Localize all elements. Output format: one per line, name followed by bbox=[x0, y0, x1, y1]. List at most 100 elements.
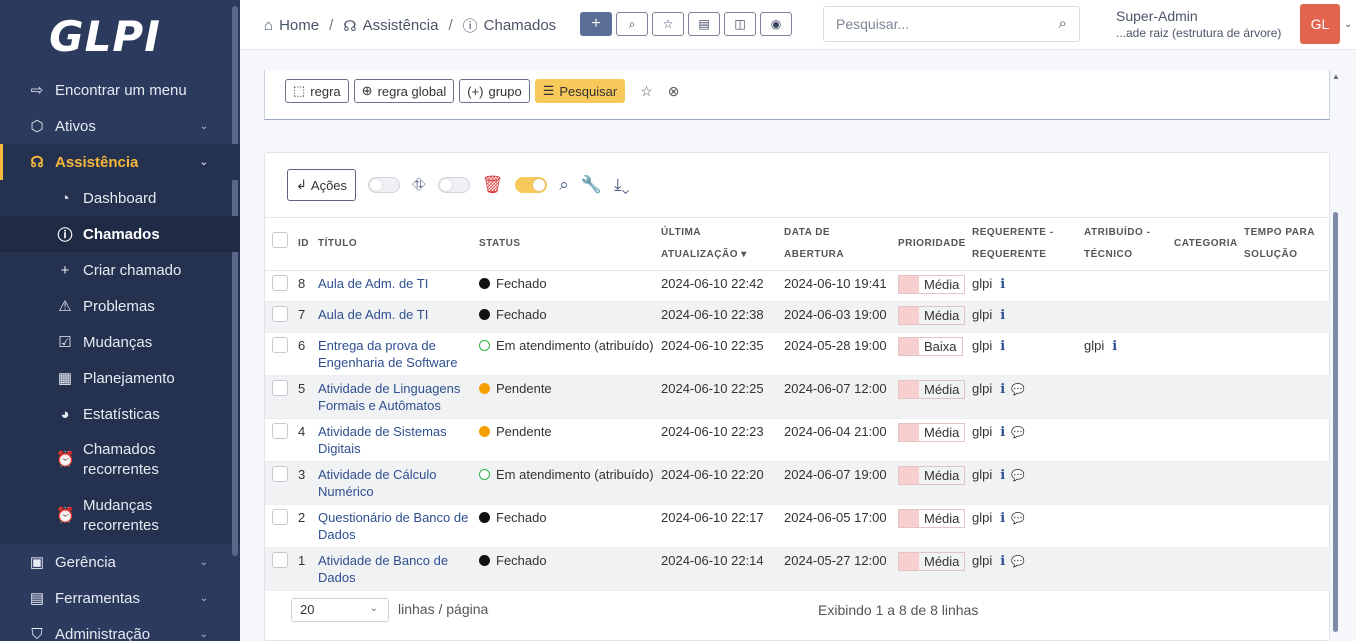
star-icon[interactable]: ☆ bbox=[640, 83, 653, 100]
followups-icon[interactable]: 💬 bbox=[1011, 470, 1025, 482]
user-menu[interactable]: Super-Admin ...ade raiz (estrutura de ár… bbox=[1116, 8, 1281, 40]
breadcrumb-assistencia[interactable]: Assistência bbox=[363, 17, 439, 34]
sidebar-item-find-menu[interactable]: ⇨ Encontrar um menu bbox=[0, 72, 240, 108]
info-icon[interactable]: i bbox=[1000, 339, 1005, 354]
scroll-up-arrow[interactable]: ▲ bbox=[1332, 72, 1340, 81]
info-icon[interactable]: i bbox=[1000, 277, 1005, 292]
sidebar-item-administracao[interactable]: ⛉ Administração ⌄ bbox=[0, 616, 240, 641]
info-icon[interactable]: i bbox=[1000, 468, 1005, 483]
saved-searches-button[interactable]: ☆ bbox=[652, 12, 684, 36]
actions-button[interactable]: ↲ Ações bbox=[287, 169, 357, 201]
chevron-down-icon[interactable]: ⌄ bbox=[1344, 19, 1352, 30]
table-row[interactable]: 7 Aula de Adm. de TI Fechado 2024-06-10 22:… bbox=[265, 301, 1331, 333]
col-category[interactable]: Categoria bbox=[1171, 217, 1241, 271]
search-toggle[interactable] bbox=[515, 177, 548, 193]
table-row[interactable]: 2 Questionário de Banco de Dados Fechado 20… bbox=[265, 504, 1331, 548]
sidebar-item-problemas[interactable]: ⚠ Problemas bbox=[0, 288, 240, 324]
sidebar-item-estatisticas[interactable]: ◕ Estatísticas bbox=[0, 396, 240, 432]
followups-icon[interactable]: 💬 bbox=[1011, 556, 1025, 568]
cell-requester[interactable]: glpi bbox=[972, 381, 992, 396]
search-button[interactable]: ⌕ bbox=[616, 12, 648, 36]
search-icon[interactable]: ⌕ bbox=[1059, 15, 1067, 32]
row-checkbox[interactable] bbox=[272, 552, 288, 568]
info-icon[interactable]: i bbox=[1000, 425, 1005, 440]
followups-icon[interactable]: 💬 bbox=[1011, 513, 1025, 525]
main-scrollbar[interactable] bbox=[1333, 212, 1338, 632]
search-input[interactable] bbox=[824, 7, 1034, 41]
breadcrumb-chamados[interactable]: Chamados bbox=[484, 17, 557, 34]
table-row[interactable]: 1 Atividade de Banco de Dados Fechado 2024-… bbox=[265, 547, 1331, 591]
sidebar-item-ferramentas[interactable]: ▤ Ferramentas ⌄ bbox=[0, 580, 240, 616]
add-global-rule-button[interactable]: ⊕ regra global bbox=[353, 79, 455, 103]
info-icon[interactable]: i bbox=[1112, 339, 1117, 354]
ticket-title-link[interactable]: Aula de Adm. de TI bbox=[318, 307, 428, 322]
sidebar-item-mudancas[interactable]: ☑ Mudanças bbox=[0, 324, 240, 360]
col-id[interactable]: ID bbox=[295, 217, 315, 271]
search-submit-button[interactable]: ☰ Pesquisar bbox=[534, 79, 626, 103]
info-icon[interactable]: i bbox=[1000, 511, 1005, 526]
trash-toggle[interactable] bbox=[437, 177, 470, 193]
row-checkbox[interactable] bbox=[272, 275, 288, 291]
add-button[interactable]: + bbox=[580, 12, 612, 36]
row-checkbox[interactable] bbox=[272, 509, 288, 525]
col-solve-time[interactable]: Tempo para solução bbox=[1241, 217, 1331, 271]
table-row[interactable]: 3 Atividade de Cálculo Numérico Em atendim… bbox=[265, 461, 1331, 505]
ticket-title-link[interactable]: Atividade de Sistemas Digitais bbox=[318, 424, 447, 456]
row-checkbox[interactable] bbox=[272, 337, 288, 353]
map-toggle[interactable] bbox=[368, 177, 401, 193]
ticket-title-link[interactable]: Questionário de Banco de Dados bbox=[318, 510, 468, 542]
per-page-select[interactable]: 20 ⌄ bbox=[291, 598, 389, 622]
row-checkbox[interactable] bbox=[272, 423, 288, 439]
row-checkbox[interactable] bbox=[272, 466, 288, 482]
col-opened[interactable]: Data de abertura bbox=[781, 217, 895, 271]
col-status[interactable]: Status bbox=[476, 217, 658, 271]
wrench-icon[interactable]: 🔧 bbox=[581, 175, 602, 195]
sidebar-item-criar-chamado[interactable]: + Criar chamado bbox=[0, 252, 240, 288]
cell-requester[interactable]: glpi bbox=[972, 510, 992, 525]
table-row[interactable]: 8 Aula de Adm. de TI Fechado 2024-06-10 22:… bbox=[265, 270, 1331, 302]
add-group-button[interactable]: (+) grupo bbox=[459, 79, 530, 103]
info-icon[interactable]: i bbox=[1000, 308, 1005, 323]
ticket-title-link[interactable]: Aula de Adm. de TI bbox=[318, 276, 428, 291]
sidebar-item-chamados-recorrentes[interactable]: ⏰ Chamados recorrentes bbox=[0, 432, 240, 488]
sidebar-item-mudancas-recorrentes[interactable]: ⏰ Mudanças recorrentes bbox=[0, 488, 240, 544]
col-priority[interactable]: Prioridade bbox=[895, 217, 969, 271]
sidebar-item-chamados[interactable]: ⓘ Chamados bbox=[0, 216, 240, 252]
cell-requester[interactable]: glpi bbox=[972, 424, 992, 439]
info-icon[interactable]: i bbox=[1000, 382, 1005, 397]
templates-button[interactable]: ▤ bbox=[688, 12, 720, 36]
cell-requester[interactable]: glpi bbox=[972, 276, 992, 291]
info-icon[interactable]: i bbox=[1000, 554, 1005, 569]
table-row[interactable]: 6 Entrega da prova de Engenharia de Softw… bbox=[265, 332, 1331, 376]
add-rule-button[interactable]: ⬚ regra bbox=[285, 79, 349, 103]
cell-requester[interactable]: glpi bbox=[972, 553, 992, 568]
col-updated[interactable]: Última atualização ▾ bbox=[658, 217, 781, 271]
sidebar-item-gerencia[interactable]: ▣ Gerência ⌄ bbox=[0, 544, 240, 580]
row-checkbox[interactable] bbox=[272, 380, 288, 396]
view-button[interactable]: ◉ bbox=[760, 12, 792, 36]
col-assigned[interactable]: Atribuído - Técnico bbox=[1081, 217, 1171, 271]
export-icon[interactable]: ⤓⌄ bbox=[614, 175, 630, 195]
glpi-logo[interactable]: GLPI bbox=[0, 0, 240, 72]
cell-assigned[interactable]: glpi bbox=[1084, 338, 1104, 353]
split-view-button[interactable]: ◫ bbox=[724, 12, 756, 36]
cell-requester[interactable]: glpi bbox=[972, 338, 992, 353]
table-row[interactable]: 5 Atividade de Linguagens Formais e Autôm… bbox=[265, 375, 1331, 419]
ticket-title-link[interactable]: Atividade de Linguagens Formais e Autôma… bbox=[318, 381, 460, 413]
followups-icon[interactable]: 💬 bbox=[1011, 384, 1025, 396]
col-requester[interactable]: Requerente - Requerente bbox=[969, 217, 1081, 271]
breadcrumb-home[interactable]: Home bbox=[279, 17, 319, 34]
ticket-title-link[interactable]: Atividade de Banco de Dados bbox=[318, 553, 448, 585]
select-all-checkbox[interactable] bbox=[272, 231, 288, 248]
sidebar-item-assistencia[interactable]: ☊ Assistência ⌄ bbox=[0, 144, 240, 180]
col-title[interactable]: Título bbox=[315, 217, 476, 271]
reset-icon[interactable]: ⊗ bbox=[668, 83, 680, 100]
ticket-title-link[interactable]: Entrega da prova de Engenharia de Softwa… bbox=[318, 338, 457, 370]
sidebar-item-dashboard[interactable]: ◔ Dashboard bbox=[0, 180, 240, 216]
avatar[interactable]: GL bbox=[1300, 4, 1340, 44]
ticket-title-link[interactable]: Atividade de Cálculo Numérico bbox=[318, 467, 437, 499]
cell-requester[interactable]: glpi bbox=[972, 307, 992, 322]
followups-icon[interactable]: 💬 bbox=[1011, 427, 1025, 439]
sidebar-item-planejamento[interactable]: ▦ Planejamento bbox=[0, 360, 240, 396]
table-row[interactable]: 4 Atividade de Sistemas Digitais Pendente 2… bbox=[265, 418, 1331, 462]
